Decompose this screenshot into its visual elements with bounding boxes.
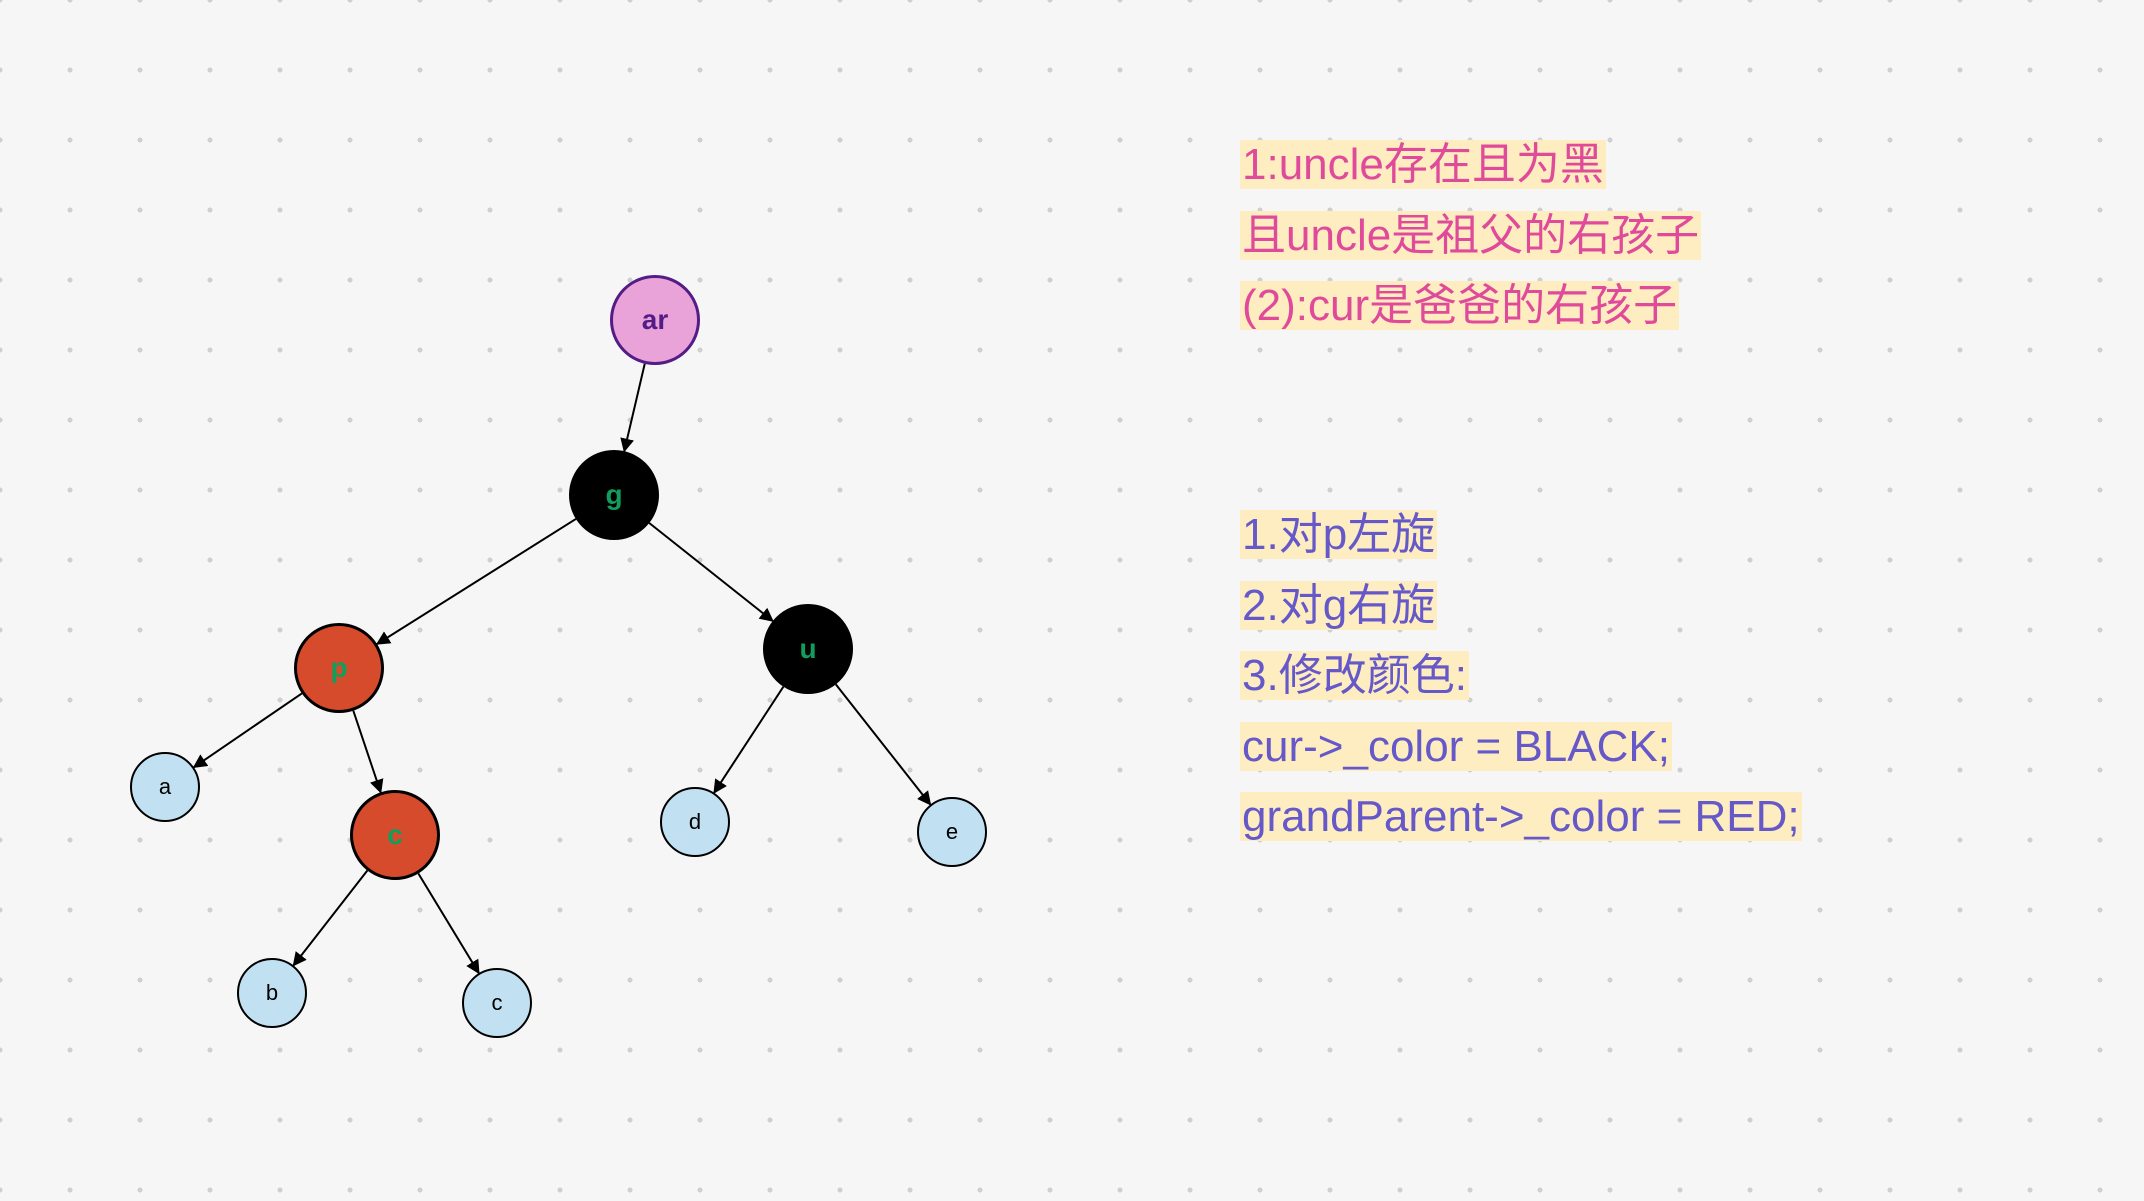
annotation-line: 1.对p左旋 bbox=[1240, 510, 1437, 559]
annotation-line: 3.修改颜色: bbox=[1240, 651, 1469, 700]
annotation-line: cur->_color = BLACK; bbox=[1240, 722, 1672, 771]
edge bbox=[194, 693, 302, 767]
node-e[interactable]: e bbox=[917, 797, 987, 867]
edge bbox=[353, 711, 380, 793]
node-cnode[interactable]: c bbox=[350, 790, 440, 880]
node-d[interactable]: d bbox=[660, 787, 730, 857]
node-g[interactable]: g bbox=[569, 450, 659, 540]
node-cleaf[interactable]: c bbox=[462, 968, 532, 1038]
node-a[interactable]: a bbox=[130, 752, 200, 822]
node-u[interactable]: u bbox=[763, 604, 853, 694]
edge bbox=[836, 684, 931, 804]
edge bbox=[714, 687, 783, 793]
node-label: c bbox=[492, 990, 503, 1016]
node-label: b bbox=[266, 980, 278, 1006]
edge bbox=[294, 871, 368, 966]
node-label: ar bbox=[642, 304, 668, 336]
node-label: c bbox=[387, 819, 403, 851]
edges-layer bbox=[0, 0, 2144, 1201]
node-label: e bbox=[946, 819, 958, 845]
node-label: g bbox=[605, 479, 622, 511]
node-p[interactable]: p bbox=[294, 623, 384, 713]
annotation-line: grandParent->_color = RED; bbox=[1240, 792, 1802, 841]
node-label: d bbox=[689, 809, 701, 835]
annotation-top: 1:uncle存在且为黑 且uncle是祖父的右孩子 (2):cur是爸爸的右孩… bbox=[1240, 60, 1701, 412]
edge bbox=[649, 523, 773, 621]
annotation-line: (2):cur是爸爸的右孩子 bbox=[1240, 281, 1679, 330]
node-label: u bbox=[799, 633, 816, 665]
node-label: a bbox=[159, 774, 171, 800]
annotation-line: 且uncle是祖父的右孩子 bbox=[1240, 211, 1701, 260]
edge bbox=[624, 364, 644, 451]
annotation-line: 2.对g右旋 bbox=[1240, 581, 1437, 630]
node-b[interactable]: b bbox=[237, 958, 307, 1028]
annotation-line: 1:uncle存在且为黑 bbox=[1240, 140, 1606, 189]
edge bbox=[418, 873, 478, 973]
diagram-canvas: ar g p u c a d e b c 1:uncle存在且为黑 且uncle… bbox=[0, 0, 2144, 1201]
annotation-bottom: 1.对p左旋 2.对g右旋 3.修改颜色: cur->_color = BLAC… bbox=[1240, 430, 1802, 923]
node-ar[interactable]: ar bbox=[610, 275, 700, 365]
edge bbox=[377, 519, 576, 644]
node-label: p bbox=[330, 652, 347, 684]
